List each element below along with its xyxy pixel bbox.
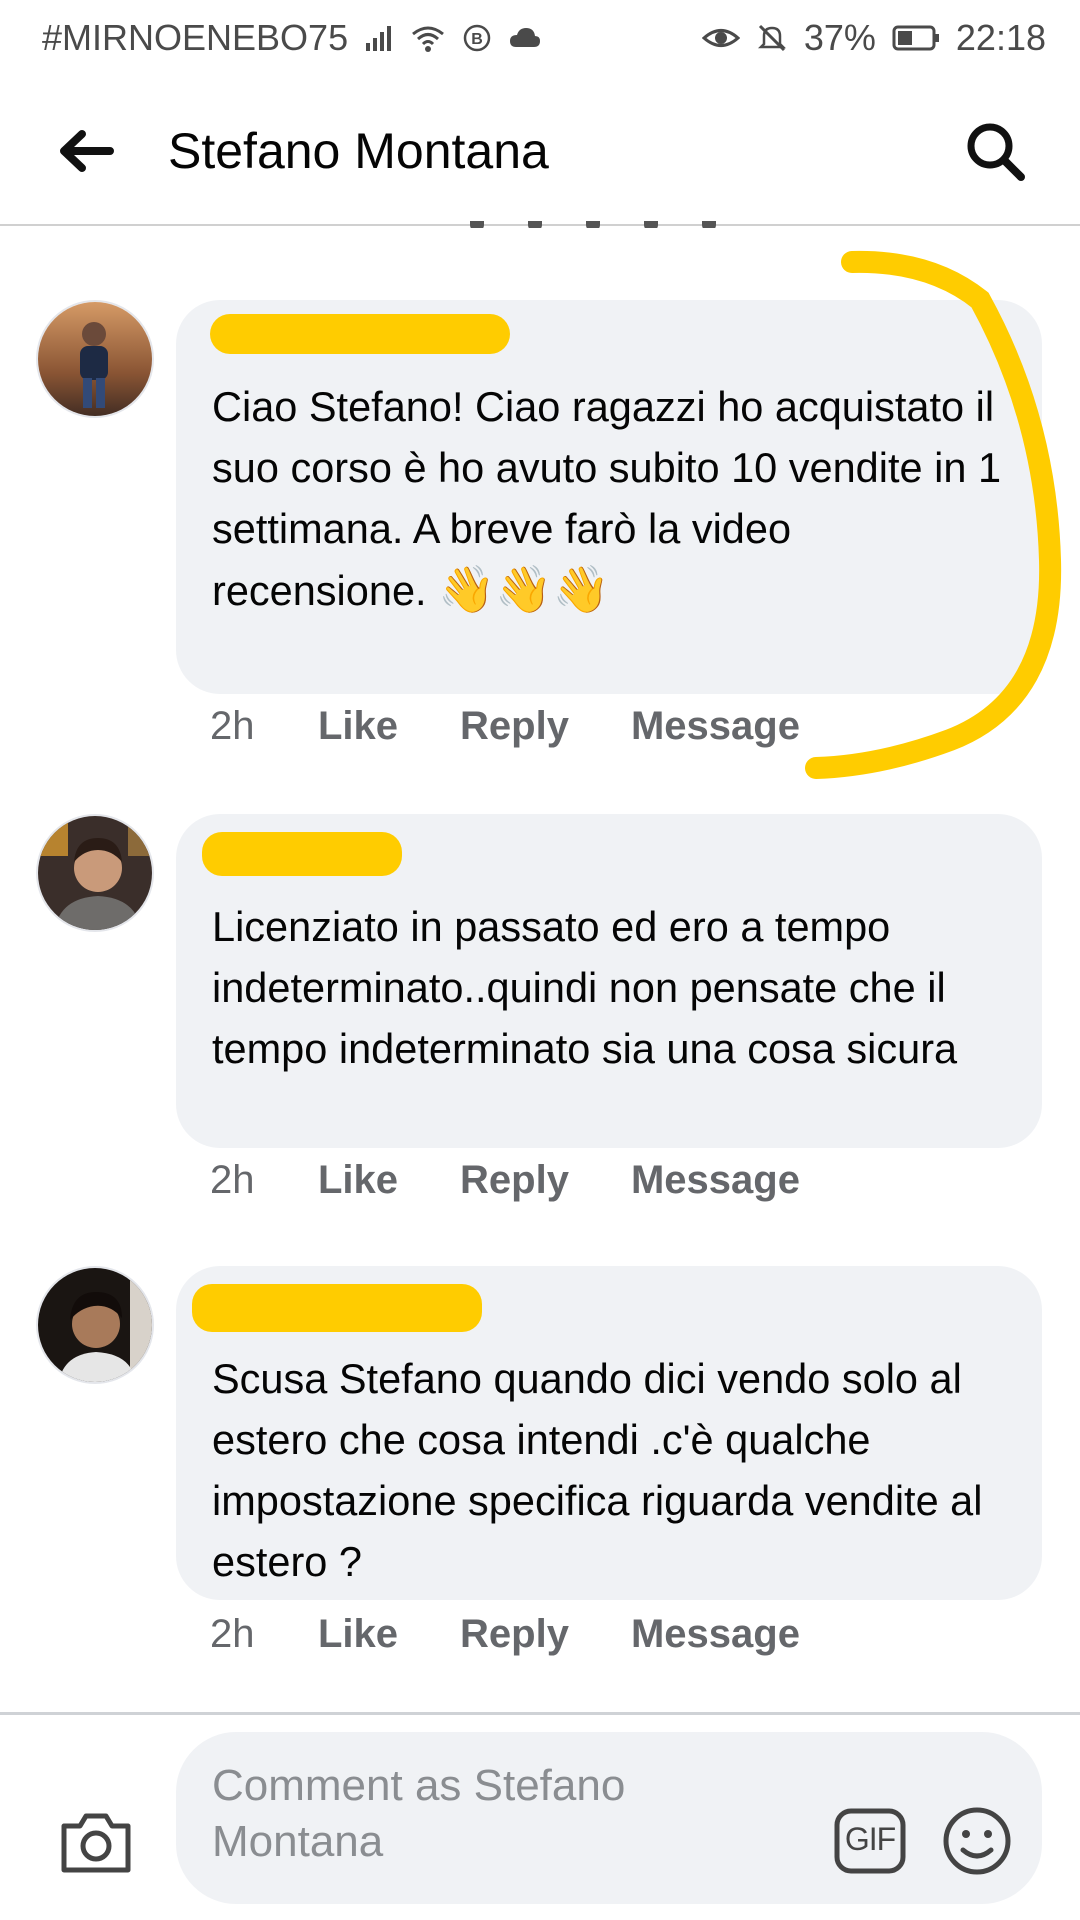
- search-button[interactable]: [964, 120, 1028, 184]
- avatar[interactable]: [36, 300, 154, 418]
- smiley-icon: [943, 1807, 1011, 1875]
- comment-input[interactable]: Comment as Stefano Montana: [176, 1732, 1042, 1904]
- like-button[interactable]: Like: [318, 1612, 398, 1657]
- b-icon: B: [462, 23, 492, 53]
- camera-icon: [61, 1813, 131, 1873]
- status-bar: #MIRNOENEBO75 B 37% 22:18: [0, 0, 1080, 76]
- carrier-label: #MIRNOENEBO75: [42, 17, 349, 58]
- cloud-icon: [508, 25, 542, 51]
- composer-divider: [0, 1712, 1080, 1715]
- battery-icon: [892, 24, 940, 52]
- message-button[interactable]: Message: [631, 1158, 800, 1203]
- svg-text:B: B: [471, 31, 483, 48]
- comment-bubble: Ciao Stefano! Ciao ragazzi ho acquistato…: [176, 300, 1042, 694]
- page-title: Stefano Montana: [168, 123, 549, 179]
- reply-button[interactable]: Reply: [460, 1612, 569, 1657]
- bell-off-icon: [756, 22, 788, 54]
- comment-bubble: Licenziato in passato ed ero a tempo ind…: [176, 814, 1042, 1148]
- previous-comment-remnant: [470, 218, 790, 228]
- comment-time: 2h: [210, 704, 255, 748]
- clock: 22:18: [955, 17, 1046, 58]
- search-icon: [967, 123, 1025, 181]
- comment-actions: 2h Like Reply Message: [210, 1158, 862, 1203]
- signal-icon: [364, 23, 394, 53]
- comment-text: Ciao Stefano! Ciao ragazzi ho acquistato…: [212, 383, 1002, 615]
- redacted-name: [210, 314, 510, 354]
- comment-placeholder: Comment as Stefano Montana: [212, 1761, 626, 1866]
- message-button[interactable]: Message: [631, 704, 800, 749]
- avatar[interactable]: [36, 1266, 154, 1384]
- battery-percent: 37%: [803, 17, 876, 58]
- comment-text: Scusa Stefano quando dici vendo solo al …: [212, 1355, 983, 1585]
- comment-time: 2h: [210, 1612, 255, 1656]
- comment-bubble: Scusa Stefano quando dici vendo solo al …: [176, 1266, 1042, 1600]
- reply-button[interactable]: Reply: [460, 1158, 569, 1203]
- comment-text: Licenziato in passato ed ero a tempo ind…: [212, 903, 958, 1072]
- like-button[interactable]: Like: [318, 704, 398, 749]
- back-button[interactable]: [56, 128, 116, 174]
- redacted-name: [202, 832, 402, 876]
- camera-button[interactable]: [58, 1808, 134, 1876]
- avatar[interactable]: [36, 814, 154, 932]
- gif-label: GIF: [844, 1821, 896, 1857]
- app-header: Stefano Montana: [0, 76, 1080, 226]
- comment-actions: 2h Like Reply Message: [210, 1612, 862, 1657]
- emoji-button[interactable]: [942, 1806, 1012, 1876]
- eye-icon: [701, 23, 740, 53]
- wifi-icon: [410, 23, 446, 53]
- redacted-name: [192, 1284, 482, 1332]
- message-button[interactable]: Message: [631, 1612, 800, 1657]
- comment-actions: 2h Like Reply Message: [210, 704, 862, 749]
- like-button[interactable]: Like: [318, 1158, 398, 1203]
- gif-button[interactable]: GIF: [834, 1808, 906, 1874]
- comment-time: 2h: [210, 1158, 255, 1202]
- reply-button[interactable]: Reply: [460, 704, 569, 749]
- waving-hand-emoji: 👋👋👋: [438, 563, 610, 615]
- arrow-left-icon: [60, 130, 114, 172]
